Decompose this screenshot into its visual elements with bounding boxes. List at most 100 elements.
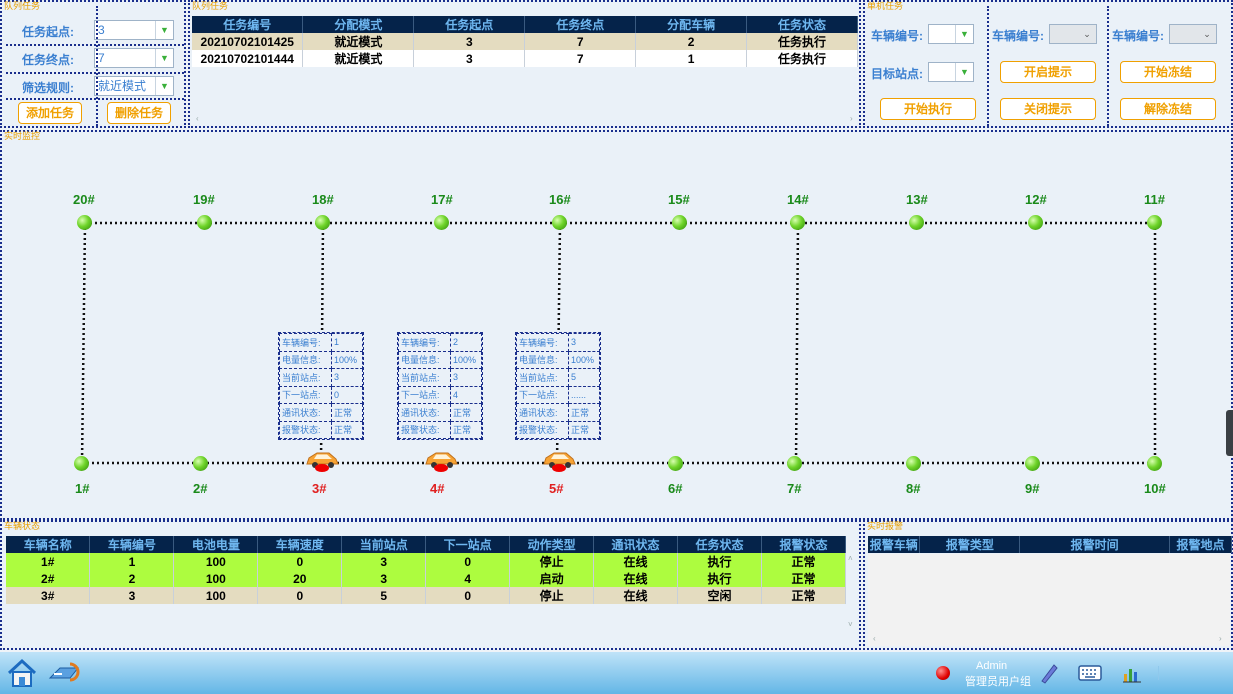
column-header[interactable]: 报警状态: [761, 536, 847, 553]
column-header[interactable]: 任务编号: [192, 16, 304, 33]
station-16[interactable]: [552, 215, 567, 230]
scroll-left-icon[interactable]: ‹: [196, 114, 199, 123]
column-header[interactable]: 分配模式: [302, 16, 415, 33]
car-icon[interactable]: [424, 450, 458, 472]
table-cell: 2: [89, 570, 175, 587]
column-header[interactable]: 任务起点: [413, 16, 526, 33]
table-row[interactable]: 3# 3 100 0 5 0 停止 在线 空闲 正常: [6, 587, 847, 604]
column-header[interactable]: 动作类型: [509, 536, 595, 553]
table-cell: 正常: [761, 570, 847, 587]
end-select[interactable]: 7 ▼: [94, 48, 174, 68]
single-task-panel: 单机任务 车辆编号: ▼ 目标站点: ▼ 开始执行 车辆编号: ⌄ 开启提示 关…: [863, 0, 1233, 128]
station-10[interactable]: [1147, 456, 1162, 471]
column-header[interactable]: 车辆编号: [89, 536, 175, 553]
table-row[interactable]: 20210702101444 就近模式 3 7 1 任务执行: [192, 50, 858, 67]
column-header[interactable]: 电池电量: [173, 536, 259, 553]
car-icon[interactable]: [542, 450, 576, 472]
column-header[interactable]: 当前站点: [341, 536, 427, 553]
alarm-list-area: [868, 554, 1230, 646]
delete-task-button[interactable]: 删除任务: [107, 102, 171, 124]
station-label: 3#: [312, 481, 327, 496]
side-handle[interactable]: [1226, 410, 1233, 456]
table-cell: 1#: [6, 553, 91, 570]
scroll-right-icon[interactable]: ›: [850, 114, 853, 123]
table-cell: 3: [413, 33, 526, 50]
column-header[interactable]: 分配车辆: [635, 16, 748, 33]
table-row[interactable]: 1# 1 100 0 3 0 停止 在线 执行 正常: [6, 553, 847, 570]
scroll-right-icon[interactable]: ›: [1219, 634, 1222, 643]
column-header[interactable]: 任务状态: [746, 16, 858, 33]
chevron-down-icon[interactable]: ⌄: [1078, 25, 1096, 43]
add-task-button[interactable]: 添加任务: [18, 102, 82, 124]
column-header[interactable]: 车辆速度: [257, 536, 343, 553]
home-icon[interactable]: [6, 658, 38, 688]
column-header[interactable]: 报警地点: [1169, 536, 1232, 553]
close-prompt-button[interactable]: 关闭提示: [1000, 98, 1096, 120]
station-label: 17#: [431, 192, 453, 207]
chevron-down-icon[interactable]: ▼: [955, 63, 973, 81]
station-11[interactable]: [1147, 215, 1162, 230]
column-header[interactable]: 报警车辆: [868, 536, 921, 553]
keyboard-icon[interactable]: [1078, 664, 1102, 682]
chart-icon[interactable]: [1122, 664, 1142, 684]
chevron-down-icon[interactable]: ⌄: [1198, 25, 1216, 43]
queue-task-panel: 队列任务 任务起点: 3 ▼ 任务终点: 7 ▼ 筛选规则: 就近模式 ▼ 添加任务 …: [0, 0, 186, 128]
scroll-up-icon[interactable]: ˄: [848, 554, 853, 563]
end-value: 7: [98, 51, 105, 65]
info-value: 100%: [450, 350, 482, 369]
station-label: 2#: [193, 481, 208, 496]
table-row[interactable]: 20210702101425 就近模式 3 7 2 任务执行: [192, 33, 858, 50]
info-value: 100%: [331, 350, 363, 369]
chevron-down-icon[interactable]: ▼: [955, 25, 973, 43]
open-prompt-button[interactable]: 开启提示: [1000, 61, 1096, 83]
column-header[interactable]: 下一站点: [425, 536, 511, 553]
column-header[interactable]: 报警时间: [1019, 536, 1171, 553]
station-20[interactable]: [77, 215, 92, 230]
station-9[interactable]: [1025, 456, 1040, 471]
scroll-left-icon[interactable]: ‹: [873, 634, 876, 643]
prompt-vehicle-select[interactable]: ⌄: [1049, 24, 1097, 44]
station-14[interactable]: [790, 215, 805, 230]
station-label: 10#: [1144, 481, 1166, 496]
station-2[interactable]: [193, 456, 208, 471]
map-settings-icon[interactable]: [48, 660, 84, 686]
start-execute-button[interactable]: 开始执行: [880, 98, 976, 120]
station-19[interactable]: [197, 215, 212, 230]
station-1[interactable]: [74, 456, 89, 471]
column-header[interactable]: 任务状态: [677, 536, 762, 553]
column-header[interactable]: 车辆名称: [6, 536, 91, 553]
station-8[interactable]: [906, 456, 921, 471]
car-icon[interactable]: [305, 450, 339, 472]
vehicle-select[interactable]: ▼: [928, 24, 974, 44]
info-value: 0: [331, 385, 363, 404]
freeze-vehicle-select[interactable]: ⌄: [1169, 24, 1217, 44]
start-freeze-button[interactable]: 开始冻结: [1120, 61, 1216, 83]
chevron-down-icon[interactable]: ▼: [155, 49, 173, 67]
release-freeze-button[interactable]: 解除冻结: [1120, 98, 1216, 120]
rule-select[interactable]: 就近模式 ▼: [94, 76, 174, 96]
station-7[interactable]: [787, 456, 802, 471]
table-cell: 任务执行: [746, 50, 858, 67]
station-15[interactable]: [672, 215, 687, 230]
table-cell: 0: [425, 553, 511, 570]
station-18[interactable]: [315, 215, 330, 230]
scroll-down-icon[interactable]: ˅: [848, 620, 853, 629]
station-13[interactable]: [909, 215, 924, 230]
target-select[interactable]: ▼: [928, 62, 974, 82]
car-info-box: 车辆编号: 1 电量信息: 100% 当前站点: 3 下一站点: 0 通讯状态: 正常 报…: [278, 332, 364, 440]
column-header[interactable]: 报警类型: [919, 536, 1021, 553]
table-row[interactable]: 2# 2 100 20 3 4 启动 在线 执行 正常: [6, 570, 847, 587]
station-17[interactable]: [434, 215, 449, 230]
station-12[interactable]: [1028, 215, 1043, 230]
pen-icon[interactable]: [1038, 661, 1060, 685]
start-select[interactable]: 3 ▼: [94, 20, 174, 40]
station-6[interactable]: [668, 456, 683, 471]
column-header[interactable]: 任务终点: [524, 16, 637, 33]
column-header[interactable]: 通讯状态: [593, 536, 679, 553]
info-value: 1: [331, 333, 363, 352]
chevron-down-icon[interactable]: ▼: [155, 21, 173, 39]
info-label: 当前站点:: [279, 368, 332, 387]
chevron-down-icon[interactable]: ▼: [155, 77, 173, 95]
info-value: 正常: [568, 420, 600, 439]
station-label: 9#: [1025, 481, 1040, 496]
